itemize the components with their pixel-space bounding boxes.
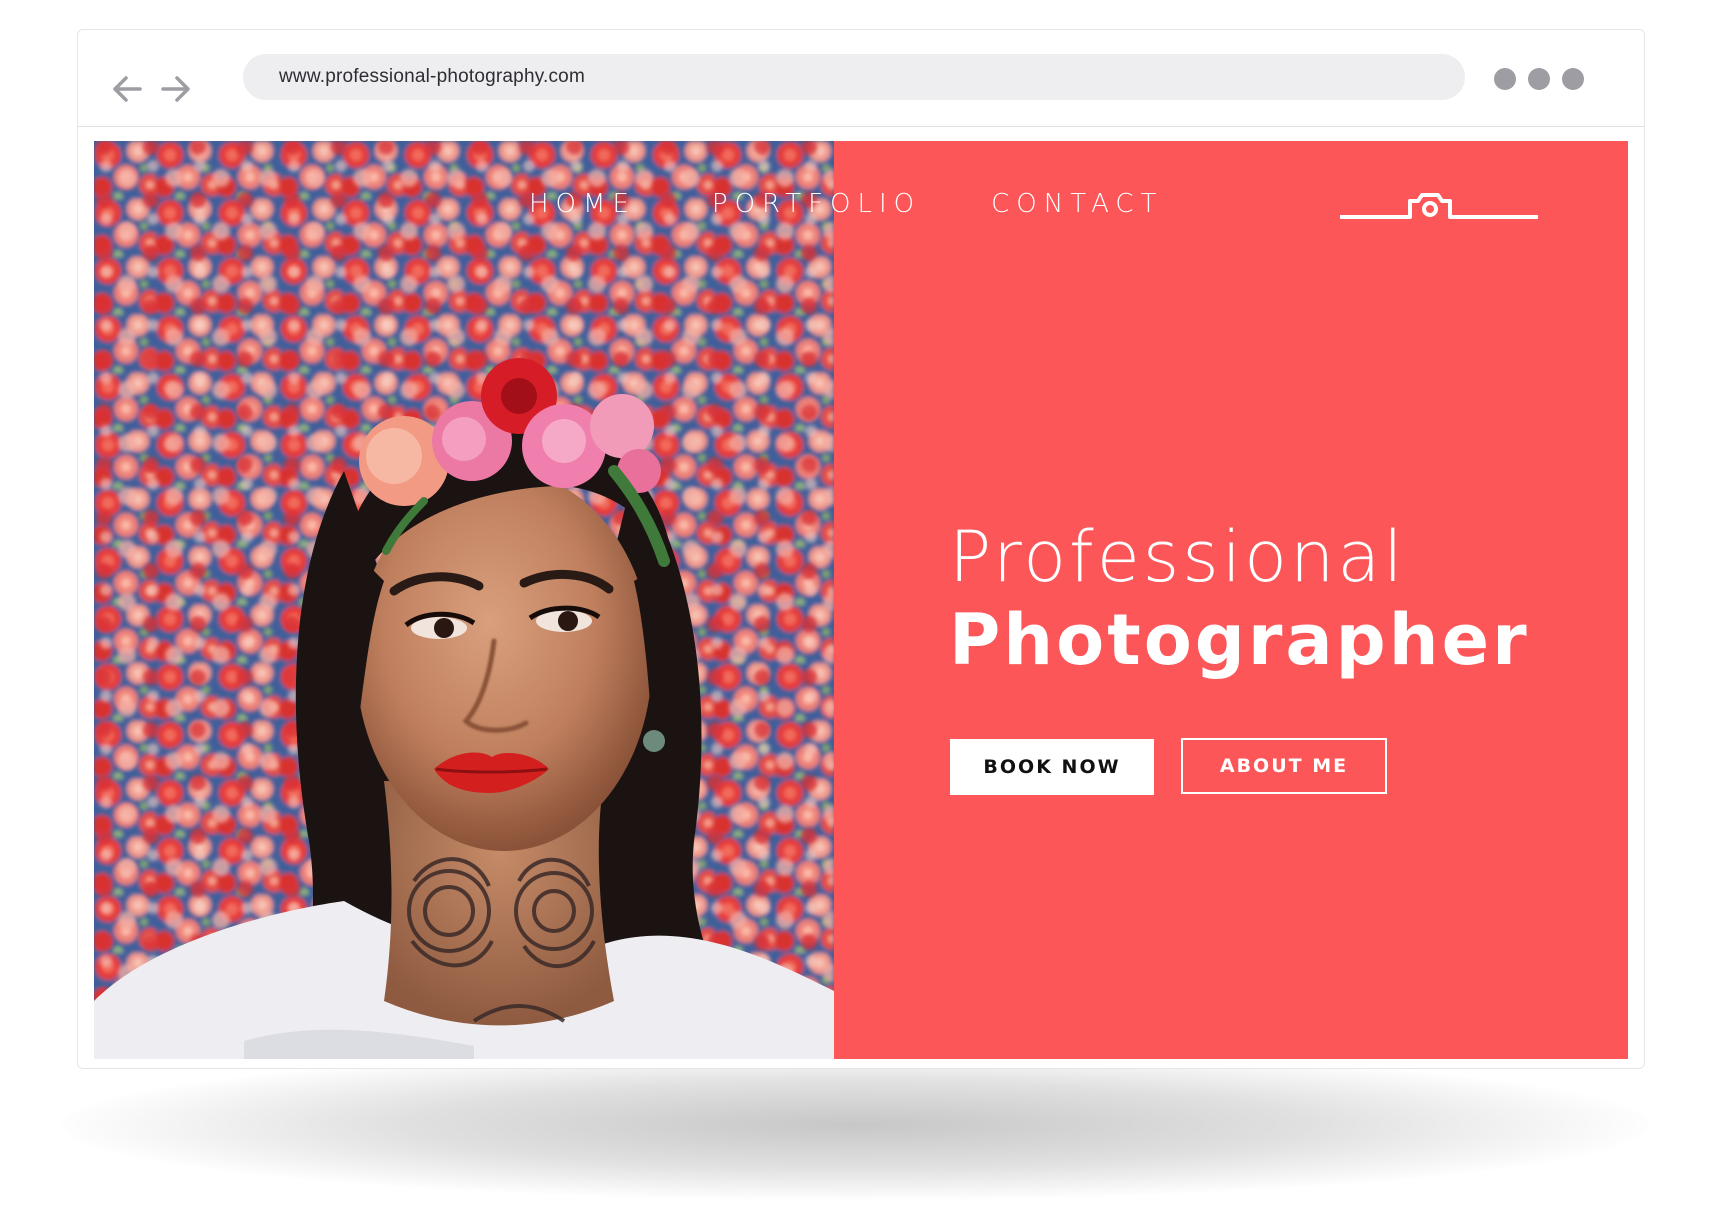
address-bar[interactable]: www.professional-photography.com — [243, 54, 1465, 100]
nav-item-portfolio[interactable]: PORTFOLIO — [712, 189, 921, 219]
three-dots-icon[interactable] — [1494, 68, 1584, 90]
camera-icon[interactable] — [1338, 187, 1540, 227]
dot — [1562, 68, 1584, 90]
book-now-button[interactable]: BOOK NOW — [950, 739, 1154, 795]
arrow-right-icon[interactable] — [161, 75, 191, 103]
website-viewport: HOME PORTFOLIO CONTACT Professional Phot… — [94, 141, 1628, 1059]
url-text: www.professional-photography.com — [279, 66, 585, 87]
nav-item-contact[interactable]: CONTACT — [991, 189, 1163, 219]
main-navigation: HOME PORTFOLIO CONTACT — [529, 189, 1163, 219]
nav-item-home[interactable]: HOME — [529, 189, 636, 219]
hero-photo — [94, 141, 834, 1059]
hero-heading: Professional Photographer — [949, 517, 1530, 683]
dot — [1528, 68, 1550, 90]
dot — [1494, 68, 1516, 90]
arrow-left-icon[interactable] — [112, 75, 142, 103]
hero-title-line1: Professional — [949, 516, 1406, 598]
page: www.professional-photography.com HOME PO… — [0, 0, 1712, 1224]
browser-window: www.professional-photography.com HOME PO… — [77, 29, 1645, 1069]
browser-shadow — [60, 1050, 1650, 1200]
about-me-button[interactable]: ABOUT ME — [1181, 738, 1387, 794]
hero-title-line2: Photographer — [949, 599, 1530, 681]
browser-toolbar: www.professional-photography.com — [78, 30, 1644, 127]
